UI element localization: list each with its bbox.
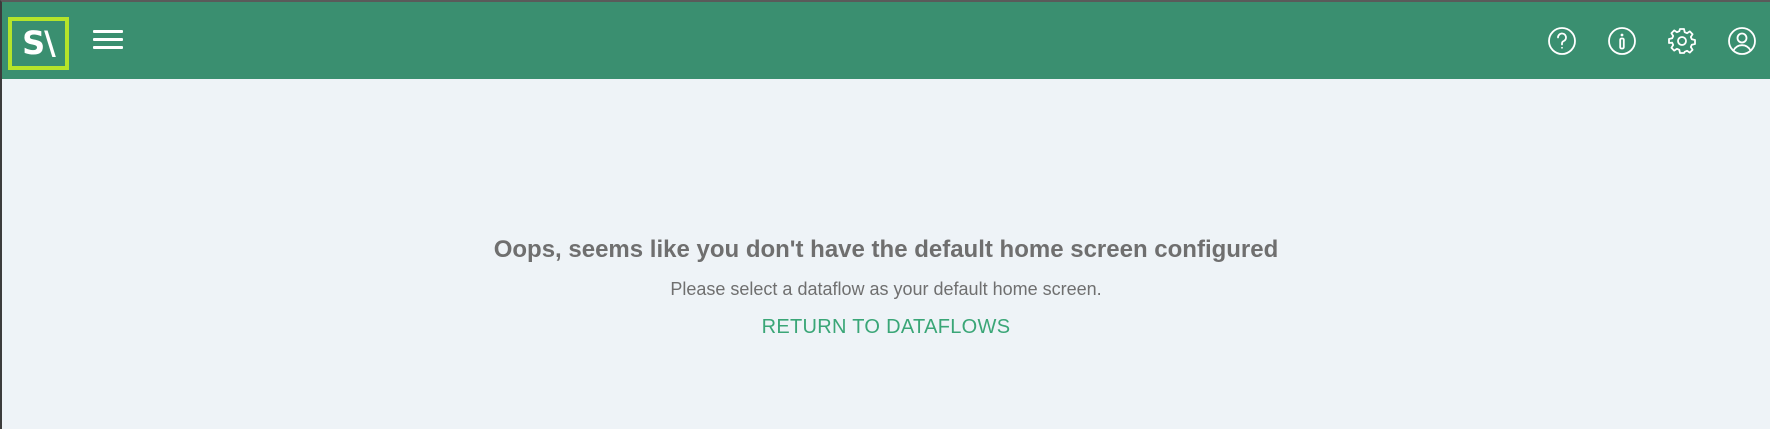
empty-state-message: Please select a dataflow as your default… <box>670 279 1102 299</box>
app-logo[interactable]: S\ <box>8 17 69 70</box>
help-icon[interactable] <box>1547 26 1577 56</box>
empty-state-heading: Oops, seems like you don't have the defa… <box>493 236 1279 263</box>
return-to-dataflows-link[interactable]: RETURN TO DATAFLOWS <box>762 316 1011 338</box>
header-actions <box>1547 26 1757 56</box>
top-app-bar: S\ <box>2 2 1770 79</box>
hamburger-menu-icon[interactable] <box>93 30 123 54</box>
settings-gear-icon[interactable] <box>1667 26 1697 56</box>
main-content: Oops, seems like you don't have the defa… <box>2 79 1770 429</box>
return-to-dataflows-wrapper: RETURN TO DATAFLOWS <box>2 316 1770 339</box>
app-window: S\ Oops, seems like you don't have the d… <box>0 0 1770 429</box>
logo-text: S\ <box>22 23 56 62</box>
info-icon[interactable] <box>1607 26 1637 56</box>
user-account-icon[interactable] <box>1727 26 1757 56</box>
